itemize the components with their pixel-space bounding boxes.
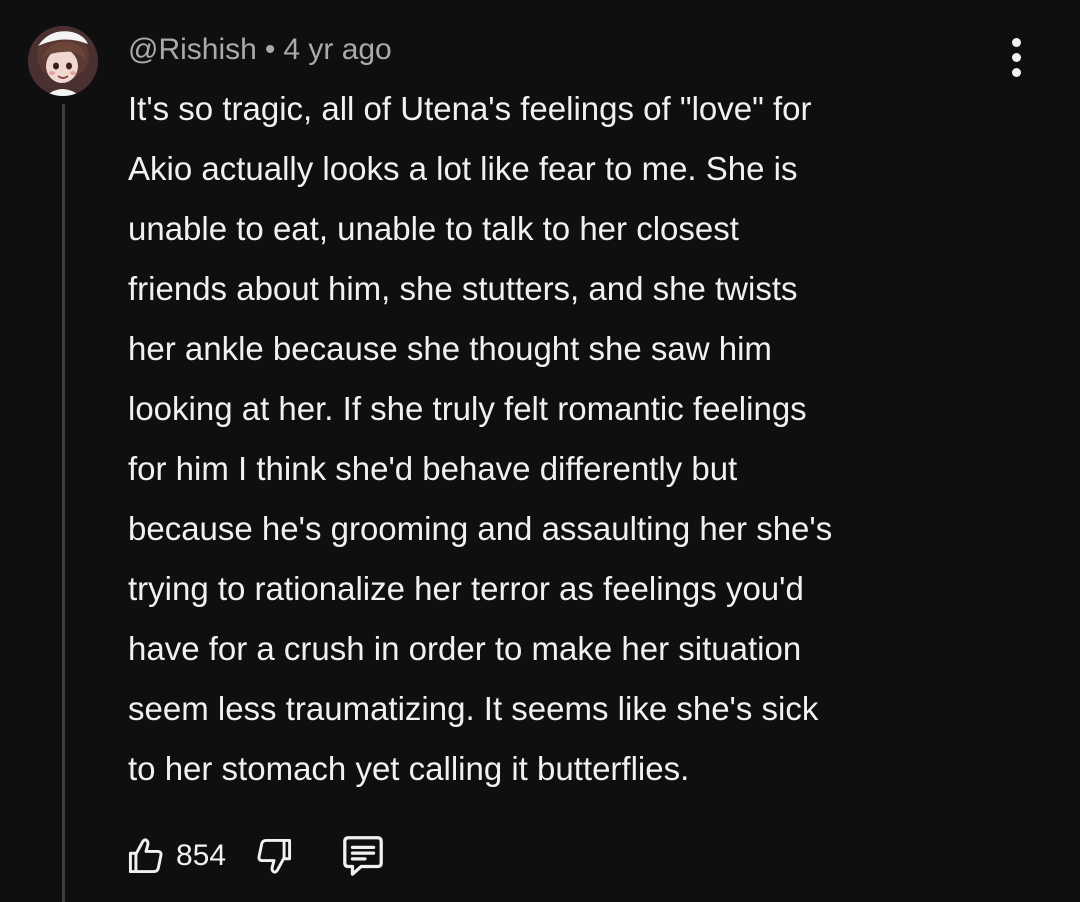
comment-actions: 854 (124, 826, 388, 886)
more-vertical-icon-dot (1011, 52, 1021, 62)
comment-line: because he's grooming and assaulting her… (128, 510, 833, 547)
comment-text: It's so tragic, all of Utena's feelings … (128, 79, 1028, 799)
comment-line: looking at her. If she truly felt romant… (128, 390, 807, 427)
comment-line: for him I think she'd behave differently… (128, 450, 738, 487)
dislike-button[interactable] (252, 834, 296, 878)
avatar[interactable] (28, 26, 98, 96)
comment-line: Akio actually looks a lot like fear to m… (128, 150, 798, 187)
comment-line: seem less traumatizing. It seems like sh… (128, 690, 819, 727)
more-vertical-icon (1011, 37, 1021, 47)
reply-button[interactable] (338, 833, 388, 879)
like-count: 854 (176, 839, 227, 872)
avatar-image (28, 26, 98, 96)
reply-comment-icon (343, 836, 383, 876)
comment-line: have for a crush in order to make her si… (128, 630, 802, 667)
comment-line: friends about him, she stutters, and she… (128, 270, 798, 307)
thumbs-down-icon (257, 838, 292, 874)
comment-meta: @Rishish • 4 yr ago (128, 28, 392, 72)
meta-separator: • (264, 33, 276, 66)
like-button[interactable] (124, 834, 168, 878)
comment-line: trying to rationalize her terror as feel… (128, 570, 804, 607)
comment-thread: @Rishish • 4 yr ago It's so tragic, all … (0, 0, 1080, 902)
comment-line: It's so tragic, all of Utena's feelings … (128, 90, 812, 127)
comment-line: to her stomach yet calling it butterflie… (128, 750, 690, 787)
comment-line: her ankle because she thought she saw hi… (128, 330, 772, 367)
timestamp[interactable]: 4 yr ago (283, 33, 391, 67)
more-options-button[interactable] (996, 32, 1036, 82)
comment-line: unable to eat, unable to talk to her clo… (128, 210, 739, 247)
thread-line (62, 104, 65, 902)
thumbs-up-icon (128, 838, 163, 874)
more-vertical-icon-dot (1011, 67, 1021, 77)
author-handle[interactable]: @Rishish (128, 33, 257, 67)
